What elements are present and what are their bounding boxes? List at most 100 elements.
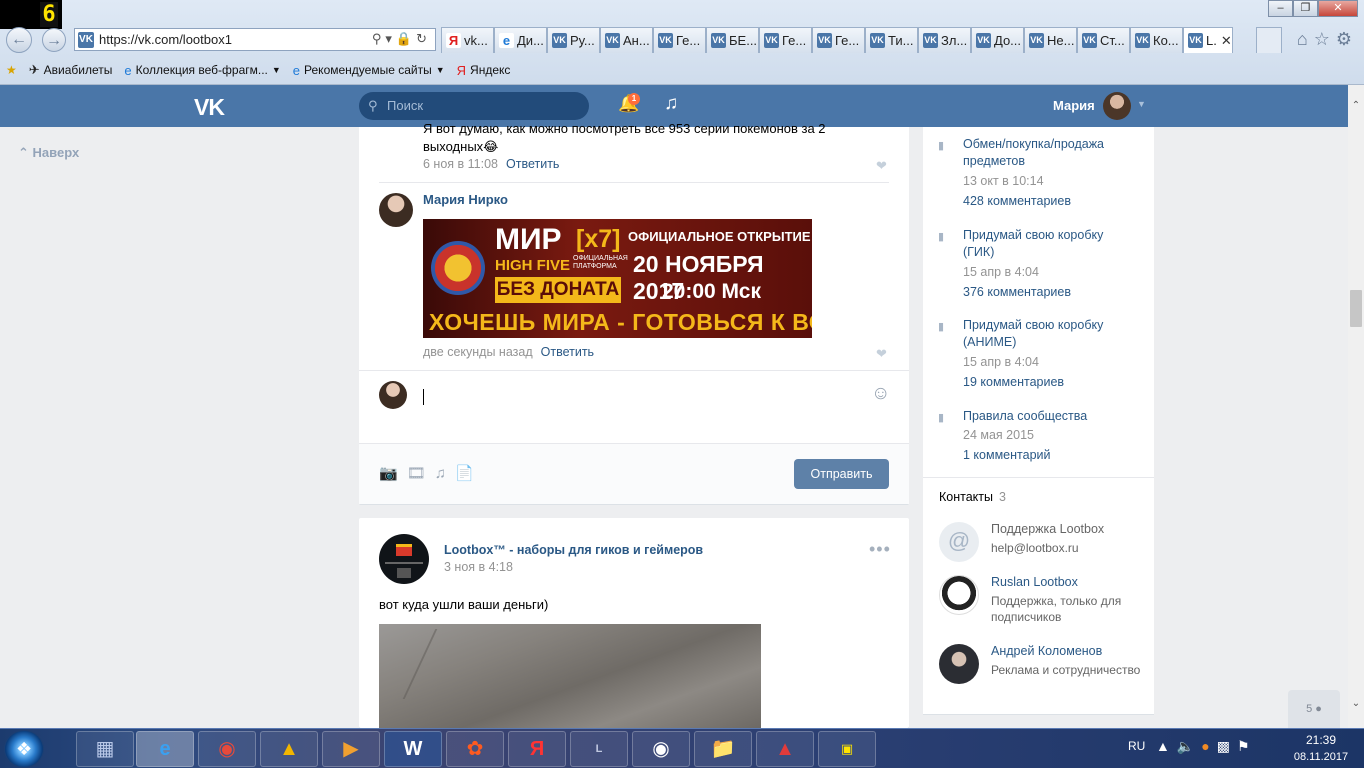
flag-icon[interactable]: ⚑ xyxy=(1237,738,1257,754)
emoji-smile-icon[interactable]: ☺ xyxy=(871,383,890,405)
volume-icon[interactable]: 🔈 xyxy=(1177,738,1201,754)
send-button[interactable]: Отправить xyxy=(794,459,889,489)
start-button[interactable]: ❖ xyxy=(4,730,44,768)
refresh-icon[interactable]: ↻ xyxy=(416,31,431,46)
taskbar-app-ie-icon[interactable]: e xyxy=(136,731,194,767)
maximize-button[interactable]: ❐ xyxy=(1293,0,1318,17)
like-heart-icon[interactable]: ❤ xyxy=(876,158,887,174)
taskbar-app-folder-icon[interactable]: 📁 xyxy=(694,731,752,767)
contact-avatar[interactable] xyxy=(939,644,979,684)
home-icon[interactable]: ⌂ xyxy=(1297,29,1314,49)
notifications-bell-icon[interactable]: 🔔 1 xyxy=(618,93,640,114)
browser-tab[interactable]: VK Ти... xyxy=(865,27,918,53)
favorites-item[interactable]: Я Яндекс xyxy=(457,63,511,78)
taskbar-app-lineage-icon[interactable]: L xyxy=(570,731,628,767)
post-author-avatar[interactable] xyxy=(379,534,429,584)
search-input[interactable]: ⚲ Поиск xyxy=(359,92,589,120)
topic-title[interactable]: Придумай свою коробку (АНИМЕ) xyxy=(963,317,1138,351)
contact-avatar[interactable] xyxy=(939,575,979,615)
close-window-button[interactable]: ✕ xyxy=(1318,0,1358,17)
close-tab-icon[interactable]: ✕ xyxy=(1221,33,1232,49)
topic-title[interactable]: Обмен/покупка/продажа предметов xyxy=(963,136,1138,170)
taskbar-app-reel-icon[interactable]: ✿ xyxy=(446,731,504,767)
taskbar-app-monitor-icon[interactable]: ▣ xyxy=(818,731,876,767)
search-icon[interactable]: ⚲ xyxy=(372,31,386,46)
lock-icon[interactable]: 🔒 xyxy=(396,31,416,46)
taskbar-app-media-icon[interactable]: ▦ xyxy=(76,731,134,767)
taskbar-app-ble-icon[interactable]: ◉ xyxy=(632,731,690,767)
topic-comments-count[interactable]: 428 комментариев xyxy=(963,194,1071,208)
back-to-top-link[interactable]: ⌃ Наверх xyxy=(18,145,79,161)
post-date[interactable]: 3 ноя в 4:18 xyxy=(444,560,513,574)
topic-comments-count[interactable]: 376 комментариев xyxy=(963,285,1071,299)
like-heart-icon[interactable]: ❤ xyxy=(876,346,887,362)
dropdown-arrow-icon[interactable]: ▼ xyxy=(272,65,281,75)
taskbar-app-yandex-icon[interactable]: Я xyxy=(508,731,566,767)
taskbar-app-chrome-icon[interactable]: ◉ xyxy=(198,731,256,767)
forward-button[interactable]: → xyxy=(42,28,66,52)
reply-button[interactable]: Ответить xyxy=(541,345,594,359)
page-scrollbar[interactable]: ⌃ ⌄ xyxy=(1348,85,1364,728)
browser-tab[interactable]: VK Не... xyxy=(1024,27,1077,53)
scroll-down-icon[interactable]: ⌄ xyxy=(1348,695,1364,712)
favorites-item[interactable]: e Коллекция веб-фрагм... ▼ xyxy=(124,63,280,78)
music-note-icon[interactable]: ♫ xyxy=(435,465,455,482)
browser-tab[interactable]: VK БЕ... xyxy=(706,27,759,53)
browser-tab-active[interactable]: VK L. ✕ xyxy=(1183,27,1233,53)
browser-tab[interactable]: VK Ге... xyxy=(759,27,812,53)
comment-author-name[interactable]: Мария Нирко xyxy=(423,192,508,207)
vk-logo[interactable]: VK xyxy=(194,94,225,121)
dropdown-icon[interactable]: ▾ xyxy=(385,31,396,46)
avast-icon[interactable]: ● xyxy=(1201,738,1216,754)
browser-tab[interactable]: VK Ко... xyxy=(1130,27,1183,53)
scrollbar-thumb[interactable] xyxy=(1350,290,1362,327)
comment-date[interactable]: две секунды назад xyxy=(423,345,533,359)
chevron-down-icon[interactable]: ▼ xyxy=(1137,99,1146,109)
browser-tab[interactable]: VK Ст... xyxy=(1077,27,1130,53)
contacts-header[interactable]: Контакты 3 xyxy=(939,490,1006,504)
user-name[interactable]: Мария xyxy=(1053,98,1095,113)
dropdown-arrow-icon[interactable]: ▼ xyxy=(436,65,445,75)
music-note-icon[interactable]: ♫ xyxy=(664,93,678,115)
camera-icon[interactable]: 📷 xyxy=(379,465,407,482)
comment-banner-image[interactable]: МИР [x7] HIGH FIVE ОФИЦИАЛЬНАЯ ПЛАТФОРМА… xyxy=(423,219,812,338)
browser-tab[interactable]: VK Ге... xyxy=(812,27,865,53)
address-bar-tools[interactable]: ⚲▾🔒↻ xyxy=(372,31,431,47)
browser-tab[interactable]: Яvk... xyxy=(441,27,494,53)
taskbar-app-graphics-icon[interactable]: ▲ xyxy=(756,731,814,767)
topic-comments-count[interactable]: 1 комментарий xyxy=(963,448,1050,462)
browser-tab[interactable]: VK Ге... xyxy=(653,27,706,53)
favorites-item[interactable]: e Рекомендуемые сайты ▼ xyxy=(293,63,445,78)
more-options-icon[interactable]: ••• xyxy=(869,539,891,560)
tray-expand-icon[interactable]: ▲ xyxy=(1156,738,1177,754)
video-film-icon[interactable]: 🎞 xyxy=(407,465,435,482)
browser-tab[interactable]: VK До... xyxy=(971,27,1024,53)
minimize-button[interactable]: – xyxy=(1268,0,1293,17)
back-button[interactable]: ← xyxy=(6,27,32,53)
address-bar[interactable]: VK https://vk.com/lootbox1 ⚲▾🔒↻ xyxy=(74,28,436,51)
scroll-up-icon[interactable]: ⌃ xyxy=(1348,97,1364,114)
taskbar-app-word-icon[interactable]: W xyxy=(384,731,442,767)
post-author-name[interactable]: Lootbox™ - наборы для гиков и геймеров xyxy=(444,543,703,557)
taskbar-app-aimp-icon[interactable]: ▲ xyxy=(260,731,318,767)
clock-date[interactable]: 08.11.2017 xyxy=(1286,751,1356,763)
topic-title[interactable]: Правила сообщества xyxy=(963,408,1138,425)
browser-tab[interactable]: VK Зл... xyxy=(918,27,971,53)
online-friends-button[interactable]: 5 ● xyxy=(1288,690,1340,728)
settings-gear-icon[interactable]: ⚙ xyxy=(1336,29,1358,49)
favorites-bar-star-icon[interactable]: ★ xyxy=(6,63,17,77)
favorites-star-icon[interactable]: ☆ xyxy=(1314,29,1336,49)
favorites-item[interactable]: ✈ Авиабилеты xyxy=(29,62,113,78)
document-icon[interactable]: 📄 xyxy=(455,465,483,482)
user-avatar[interactable] xyxy=(1103,92,1131,120)
reply-button[interactable]: Ответить xyxy=(506,157,559,171)
topic-title[interactable]: Придумай свою коробку (ГИК) xyxy=(963,227,1138,261)
comment-input[interactable] xyxy=(423,385,863,413)
post-photo[interactable] xyxy=(379,624,761,728)
keyboard-language[interactable]: RU xyxy=(1128,739,1145,753)
contact-name[interactable]: Андрей Коломенов xyxy=(991,644,1102,658)
taskbar-app-player-icon[interactable]: ▶ xyxy=(322,731,380,767)
browser-tab[interactable]: VK Ру... xyxy=(547,27,600,53)
topic-comments-count[interactable]: 19 комментариев xyxy=(963,375,1064,389)
contact-name[interactable]: Ruslan Lootbox xyxy=(991,575,1078,589)
